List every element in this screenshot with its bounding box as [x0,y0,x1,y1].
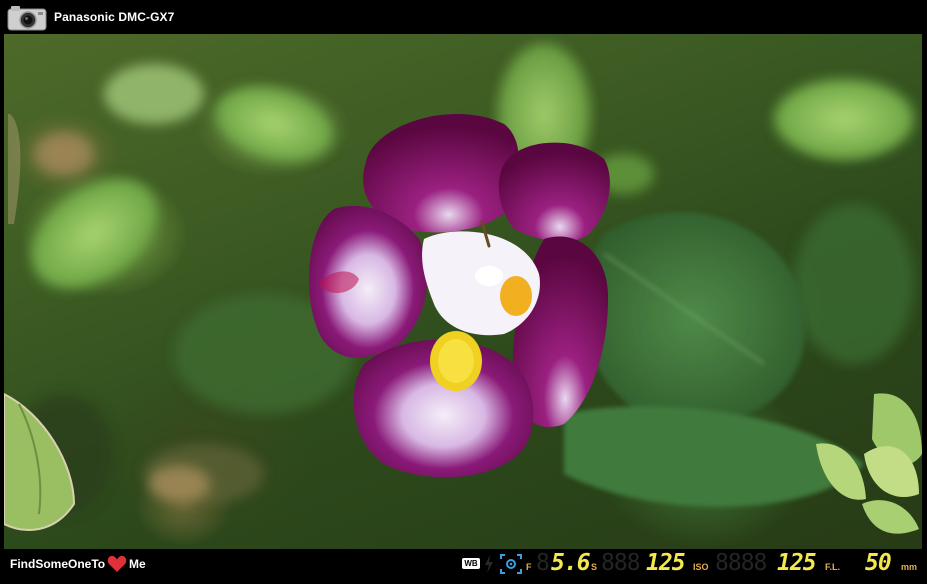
iso-ghost-digits: 8888 [715,550,767,576]
brand-label: FindSomeOneTo [10,557,106,571]
flower-photo [4,44,922,534]
aperture-value: 5.6 [551,550,591,576]
focal-length-unit: mm [901,562,918,572]
dried-stem [8,114,21,224]
aperture-label: F [526,562,532,572]
camera-icon [7,6,47,31]
flash-icon [485,555,493,573]
camera-model-label: Panasonic DMC-GX7 [54,10,175,24]
focal-length-value: 50 [865,550,892,576]
white-balance-badge: WB [462,558,480,569]
small-leaves-right [816,393,922,534]
aperture-ghost-digits: 8 [536,550,550,576]
iso-value: 125 [777,550,817,576]
top-bar: Panasonic DMC-GX7 [0,0,927,34]
bottom-bar: FindSomeOneTo Me WB F 8 5.6 S 888 125 IS… [0,549,927,584]
flower [308,113,610,478]
shutter-value: 125 [646,550,686,576]
photo-viewer [4,34,922,549]
shutter-label: S [591,562,598,572]
focal-length-label: F.L. [825,562,840,572]
metering-icon [500,554,522,574]
heart-icon [107,555,127,572]
iso-label: ISO [693,562,709,572]
shutter-ghost-digits: 888 [601,550,641,576]
brand-suffix-label: Me [129,557,146,571]
